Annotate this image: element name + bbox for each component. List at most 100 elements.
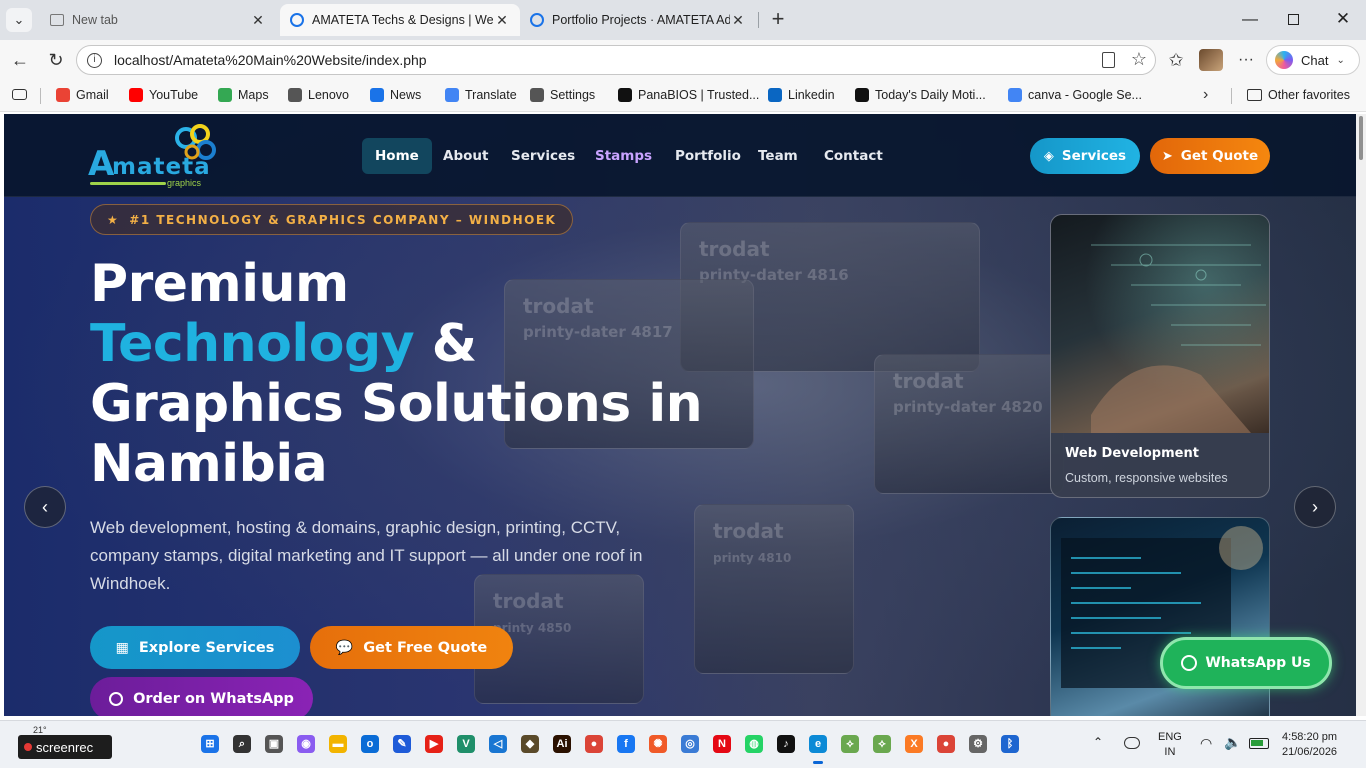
bookmark-item[interactable]: Maps [218, 88, 269, 102]
tab-new-tab[interactable]: New tab ✕ [40, 4, 276, 36]
copilot-icon[interactable]: ◉ [297, 735, 315, 753]
search-icon[interactable]: ⌕ [233, 735, 251, 753]
outlook-icon[interactable]: o [361, 735, 379, 753]
bookmark-item[interactable]: Gmail [56, 88, 109, 102]
app-icon[interactable]: V [457, 735, 475, 753]
copilot-chat-button[interactable]: Chat ⌄ [1266, 45, 1360, 75]
chevron-right-icon[interactable]: › [1203, 86, 1208, 104]
bookmark-item[interactable]: News [370, 88, 421, 102]
avatar[interactable] [1199, 49, 1223, 71]
start-icon[interactable]: ⊞ [201, 735, 219, 753]
tiktok-icon[interactable]: ♪ [777, 735, 795, 753]
illustrator-icon[interactable]: Ai [553, 735, 571, 753]
close-icon[interactable]: ✕ [730, 12, 746, 29]
wifi-icon[interactable]: ◠ [1200, 735, 1212, 752]
whatsapp-float-button[interactable]: WhatsApp Us [1160, 637, 1332, 689]
bookmark-item[interactable]: Linkedin [768, 88, 835, 102]
nav-contact[interactable]: Contact [811, 138, 896, 174]
browser-tab-bar: ⌄ New tab ✕ AMATETA Techs & Designs | We… [0, 0, 1366, 40]
bookmark-item[interactable]: Lenovo [288, 88, 349, 102]
window-close-icon[interactable]: ✕ [1333, 9, 1353, 29]
carousel-next-arrow-icon[interactable]: › [1294, 486, 1336, 528]
order-on-whatsapp-button[interactable]: Order on WhatsApp [90, 677, 313, 716]
header-get-quote-button[interactable]: ➤ Get Quote [1150, 138, 1270, 174]
chevron-up-icon[interactable]: ⌃ [1093, 735, 1103, 749]
app-icon[interactable]: ◎ [681, 735, 699, 753]
header-services-label: Services [1061, 148, 1127, 164]
header-services-button[interactable]: ◈ Services [1030, 138, 1140, 174]
whatsapp-icon[interactable]: ◍ [745, 735, 763, 753]
chrome-icon[interactable]: ● [585, 735, 603, 753]
tab-amateta-home[interactable]: AMATETA Techs & Designs | Web D ✕ [280, 4, 520, 36]
xampp-icon[interactable]: X [905, 735, 923, 753]
close-icon[interactable]: ✕ [250, 12, 266, 29]
nav-home[interactable]: Home [362, 138, 432, 174]
weather-temp[interactable]: 21° [33, 725, 47, 735]
nav-stamps[interactable]: Stamps [582, 138, 665, 174]
tab-actions-menu[interactable]: ⌄ [6, 8, 32, 32]
reader-mode-icon[interactable] [1102, 52, 1115, 68]
youtube-icon[interactable]: ▶ [425, 735, 443, 753]
settings-gear-icon[interactable]: ⚙ [969, 735, 987, 753]
info-icon[interactable]: i [87, 52, 102, 68]
clock[interactable]: 4:58:20 pm 21/06/2026 [1282, 730, 1337, 760]
background-stamp: trodat printy 4810 [694, 504, 854, 674]
bookmark-item[interactable]: Today's Daily Moti... [855, 88, 986, 102]
more-menu-icon[interactable]: ··· [1234, 48, 1258, 72]
bookmark-label: Today's Daily Moti... [875, 88, 986, 102]
other-favorites-folder[interactable]: Other favorites [1247, 88, 1350, 102]
new-tab-plus-icon[interactable]: + [766, 8, 790, 32]
bookmark-favicon-icon [129, 88, 143, 102]
bookmark-item[interactable]: PanaBIOS | Trusted... [618, 88, 759, 102]
whiteboard-icon[interactable]: ✎ [393, 735, 411, 753]
service-card-web-development[interactable]: Web Development Custom, responsive websi… [1050, 214, 1270, 498]
vscode-icon[interactable]: ◁ [489, 735, 507, 753]
refresh-icon[interactable]: ↻ [44, 48, 68, 72]
volume-icon[interactable]: 🔈 [1224, 734, 1241, 751]
nav-about[interactable]: About [430, 138, 501, 174]
url-text[interactable]: localhost/Amateta%20Main%20Website/index… [114, 52, 427, 68]
get-free-quote-button[interactable]: 💬 Get Free Quote [310, 626, 513, 669]
battery-icon[interactable] [1249, 738, 1269, 749]
task-view-icon[interactable]: ▣ [265, 735, 283, 753]
facebook-icon[interactable]: f [617, 735, 635, 753]
hero-headline-ampersand: & [414, 314, 477, 374]
onedrive-icon[interactable] [1124, 737, 1140, 749]
clock-date: 21/06/2026 [1282, 746, 1338, 758]
bookmark-item[interactable]: canva - Google Se... [1008, 88, 1142, 102]
carousel-prev-arrow-icon[interactable]: ‹ [24, 486, 66, 528]
language-indicator[interactable]: ENG IN [1158, 730, 1182, 760]
bookmark-item[interactable]: YouTube [129, 88, 198, 102]
close-icon[interactable]: ✕ [494, 12, 510, 29]
chrome-icon[interactable]: ● [937, 735, 955, 753]
hero-badge: ★ #1 TECHNOLOGY & GRAPHICS COMPANY – WIN… [90, 204, 574, 235]
file-explorer-icon[interactable]: ▬ [329, 735, 347, 753]
nav-team[interactable]: Team [745, 138, 811, 174]
page-scrollbar[interactable] [1356, 114, 1366, 716]
restore-icon[interactable] [1288, 14, 1299, 25]
explore-services-button[interactable]: ▦ Explore Services [90, 626, 300, 669]
logo-underline [90, 182, 166, 185]
bookmark-item[interactable]: Translate [445, 88, 517, 102]
back-arrow-icon[interactable]: ← [8, 48, 32, 72]
header-quote-label: Get Quote [1180, 148, 1259, 164]
scrollbar-thumb[interactable] [1359, 116, 1363, 160]
address-bar[interactable]: i localhost/Amateta%20Main%20Website/ind… [76, 45, 1156, 75]
edge-icon[interactable]: e [809, 735, 827, 753]
bookmark-item[interactable]: Settings [530, 88, 595, 102]
app-icon[interactable]: ⟡ [873, 735, 891, 753]
favorites-icon[interactable]: ✩ [1164, 48, 1188, 72]
site-logo[interactable]: A mateta graphics [88, 124, 228, 190]
favorite-star-icon[interactable]: ☆ [1131, 49, 1147, 70]
tab-portfolio-projects[interactable]: Portfolio Projects · AMATETA Admi ✕ [520, 4, 756, 36]
bluetooth-icon[interactable]: ᛒ [1001, 735, 1019, 753]
minimize-icon[interactable]: — [1240, 10, 1260, 30]
nav-services[interactable]: Services [498, 138, 588, 174]
app-icon[interactable]: ◆ [521, 735, 539, 753]
netflix-icon[interactable]: N [713, 735, 731, 753]
nav-portfolio[interactable]: Portfolio [662, 138, 754, 174]
app-icon[interactable]: ⟡ [841, 735, 859, 753]
screenrec-widget[interactable]: screenrec [18, 735, 112, 759]
app-icon[interactable]: ✺ [649, 735, 667, 753]
collections-icon[interactable] [12, 89, 27, 100]
